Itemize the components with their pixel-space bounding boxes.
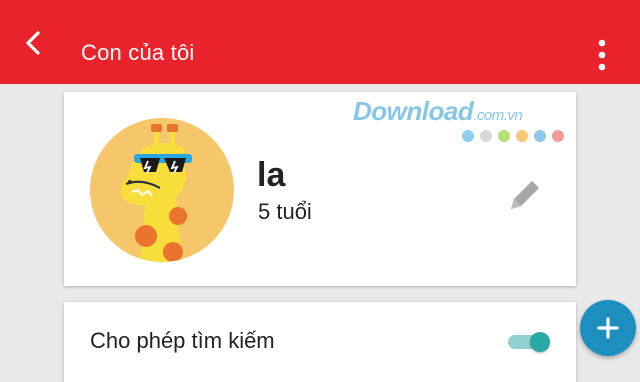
watermark-dot	[462, 130, 474, 142]
child-name: la	[257, 156, 286, 194]
pencil-icon	[511, 181, 539, 209]
search-permission-label: Cho phép tìm kiếm	[90, 328, 275, 353]
watermark-dot	[552, 130, 564, 142]
more-vert-icon	[598, 39, 606, 71]
app-bar: Con của tôi	[0, 0, 640, 84]
more-options-button[interactable]	[590, 38, 614, 72]
arrow-back-icon	[26, 31, 40, 55]
back-button[interactable]	[18, 28, 48, 58]
edit-profile-button[interactable]	[500, 170, 550, 220]
watermark-text: Download	[353, 96, 474, 126]
search-permission-card[interactable]: Cho phép tìm kiếm	[64, 302, 576, 382]
watermark-dot	[534, 130, 546, 142]
watermark-tld: .com.vn	[473, 107, 523, 124]
watermark-dot	[498, 130, 510, 142]
page-title: Con của tôi	[81, 40, 195, 65]
child-age: 5 tuổi	[258, 199, 312, 224]
add-child-button[interactable]	[580, 300, 636, 356]
watermark-dots	[462, 130, 564, 142]
toggle-thumb	[530, 332, 550, 352]
watermark-dot	[516, 130, 528, 142]
watermark-logo: Download.com.vn	[353, 96, 523, 127]
giraffe-avatar	[90, 118, 234, 262]
watermark-dot	[480, 130, 492, 142]
search-permission-toggle[interactable]	[508, 332, 552, 352]
add-icon	[597, 317, 619, 339]
